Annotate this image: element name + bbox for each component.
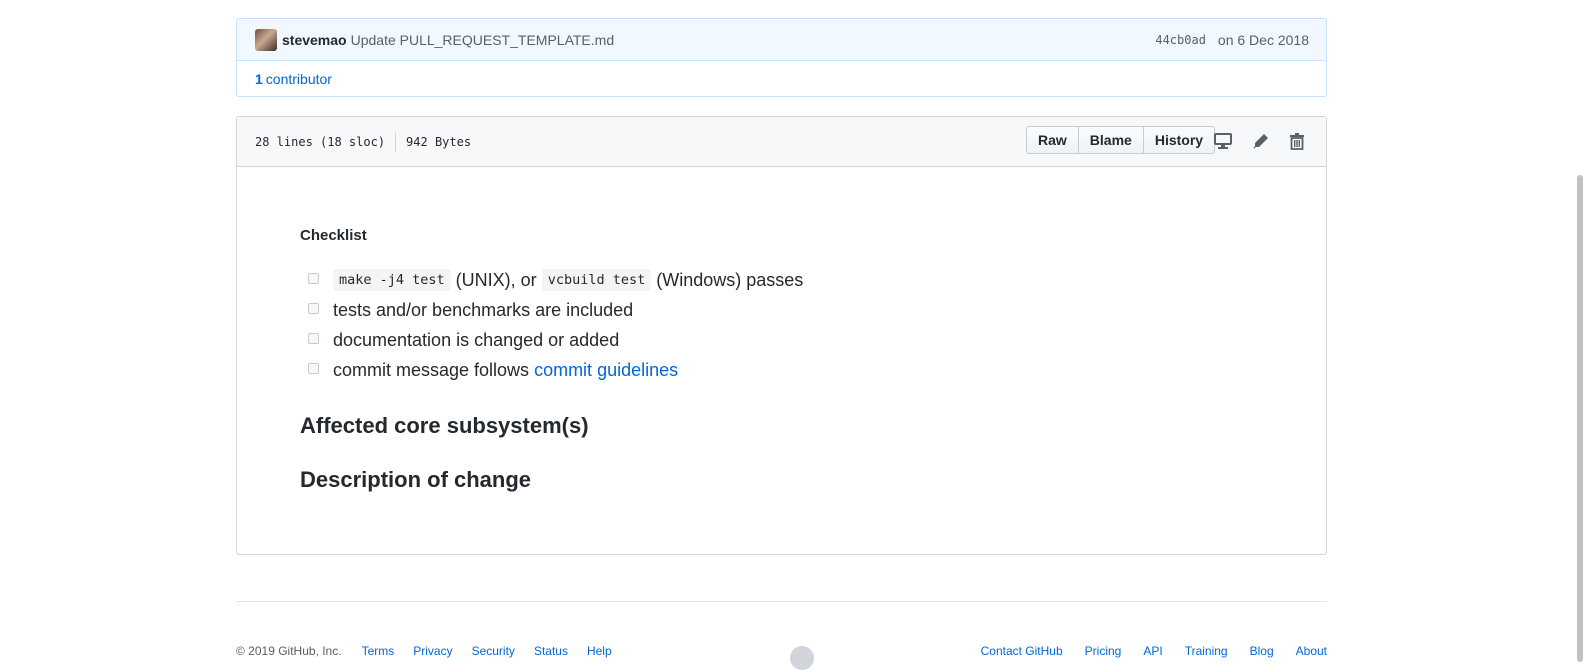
footer-link-terms[interactable]: Terms xyxy=(362,644,395,658)
task-list-item: commit message follows commit guidelines xyxy=(308,355,803,385)
page-scrollbar[interactable] xyxy=(1577,175,1583,662)
github-mark-icon[interactable] xyxy=(790,646,814,670)
commit-sha-link[interactable]: 44cb0ad xyxy=(1155,33,1206,47)
file-line-count: 28 lines (18 sloc) xyxy=(255,134,386,149)
pencil-icon[interactable] xyxy=(1251,131,1271,151)
contributors-count: 1 xyxy=(255,71,263,87)
task-text: commit message follows xyxy=(333,359,535,380)
blame-button[interactable]: Blame xyxy=(1077,126,1144,154)
footer-link-pricing[interactable]: Pricing xyxy=(1085,644,1122,658)
checklist-heading: Checklist xyxy=(300,227,367,244)
task-checkbox[interactable] xyxy=(308,272,319,284)
file-viewer: 28 lines (18 sloc) 942 Bytes Raw Blame H… xyxy=(236,116,1327,555)
latest-commit-bar: stevemao Update PULL_REQUEST_TEMPLATE.md… xyxy=(237,19,1326,61)
desktop-icon[interactable] xyxy=(1213,131,1233,151)
raw-button[interactable]: Raw xyxy=(1026,126,1079,154)
footer-link-about[interactable]: About xyxy=(1296,644,1327,658)
contributors-link[interactable]: 1 contributor xyxy=(237,61,1326,96)
commit-author-link[interactable]: stevemao xyxy=(282,32,347,48)
affected-subsystems-heading: Affected core subsystem(s) xyxy=(300,413,589,438)
description-heading: Description of change xyxy=(300,467,532,492)
file-actions-button-group: Raw Blame History xyxy=(1026,126,1216,154)
site-footer: © 2019 GitHub, Inc. Terms Privacy Securi… xyxy=(236,644,1327,670)
footer-right-links: Contact GitHub Pricing API Training Blog… xyxy=(959,644,1327,658)
file-info-divider xyxy=(395,131,397,152)
inline-code: vcbuild test xyxy=(541,269,652,291)
task-list-item: documentation is changed or added xyxy=(308,325,803,355)
footer-link-help[interactable]: Help xyxy=(587,644,612,658)
file-size: 942 Bytes xyxy=(406,134,472,149)
trash-icon[interactable] xyxy=(1287,131,1307,151)
task-checkbox[interactable] xyxy=(308,362,319,374)
history-button[interactable]: History xyxy=(1142,126,1216,154)
file-header: 28 lines (18 sloc) 942 Bytes Raw Blame H… xyxy=(237,117,1326,167)
task-text: (UNIX), or xyxy=(450,269,542,290)
inline-code: make -j4 test xyxy=(333,269,451,291)
task-list-item: make -j4 test (UNIX), or vcbuild test (W… xyxy=(308,265,803,295)
footer-link-security[interactable]: Security xyxy=(472,644,515,658)
commit-date: on 6 Dec 2018 xyxy=(1217,31,1309,48)
task-text: documentation is changed or added xyxy=(333,329,620,350)
commit-summary-box: stevemao Update PULL_REQUEST_TEMPLATE.md… xyxy=(236,18,1327,97)
footer-copyright: © 2019 GitHub, Inc. xyxy=(236,644,342,658)
footer-link-contact[interactable]: Contact GitHub xyxy=(981,644,1063,658)
task-list: make -j4 test (UNIX), or vcbuild test (W… xyxy=(308,265,803,385)
footer-link-blog[interactable]: Blog xyxy=(1250,644,1274,658)
task-text: tests and/or benchmarks are included xyxy=(333,299,634,320)
footer-link-privacy[interactable]: Privacy xyxy=(413,644,452,658)
footer-link-api[interactable]: API xyxy=(1143,644,1162,658)
task-checkbox[interactable] xyxy=(308,332,319,344)
author-avatar[interactable] xyxy=(255,28,277,51)
contributors-label: contributor xyxy=(265,71,332,87)
footer-link-status[interactable]: Status xyxy=(534,644,568,658)
task-list-item: tests and/or benchmarks are included xyxy=(308,295,803,325)
task-checkbox[interactable] xyxy=(308,302,319,314)
commit-guidelines-link[interactable]: commit guidelines xyxy=(534,360,678,381)
footer-link-training[interactable]: Training xyxy=(1185,644,1228,658)
commit-message-link[interactable]: Update PULL_REQUEST_TEMPLATE.md xyxy=(351,32,615,48)
footer-divider xyxy=(236,601,1327,602)
task-text: (Windows) passes xyxy=(651,269,804,290)
